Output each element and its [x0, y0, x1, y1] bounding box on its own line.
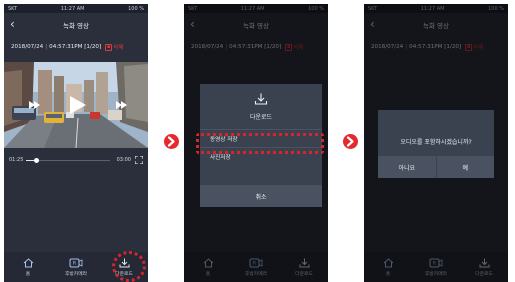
- delete-button[interactable]: ▪ 삭제: [105, 43, 123, 51]
- player-controls: [29, 96, 127, 114]
- recording-time-count: 04:57:31PM [1/20]: [49, 44, 102, 50]
- phone-screen-download-dialog: SKT 11:27 AM 100 % ‹ 녹화 영상 2018/07/24 | …: [184, 4, 328, 282]
- top-bar: ‹ 녹화 영상: [4, 13, 148, 37]
- download-highlight: [112, 251, 146, 282]
- save-video-highlight: [196, 133, 324, 154]
- status-carrier: SKT: [8, 5, 18, 12]
- no-label: 아니요: [398, 164, 416, 172]
- video-player[interactable]: [4, 62, 148, 148]
- rewind-icon[interactable]: [29, 101, 40, 109]
- nav-home-label: 홈: [25, 271, 31, 277]
- next-step-arrow-icon: [164, 134, 179, 149]
- status-time: 11:27 AM: [60, 5, 85, 12]
- svg-text:R: R: [73, 260, 76, 266]
- next-step-arrow-icon: [343, 134, 358, 149]
- trash-icon: ▪: [105, 43, 113, 51]
- phone-screen-recorded-video: SKT 11:27 AM 100 % ‹ 녹화 영상 2018/07/24 | …: [4, 4, 148, 282]
- audio-question: 오디오를 포함하시겠습니까?: [400, 139, 472, 146]
- current-time: 01:25: [9, 157, 24, 163]
- recording-info: 2018/07/24 | 04:57:31PM [1/20] ▪ 삭제: [11, 42, 144, 52]
- seek-track[interactable]: [26, 158, 110, 163]
- yes-label: 예: [462, 164, 469, 172]
- download-icon: [254, 93, 268, 105]
- page-title: 녹화 영상: [63, 22, 89, 30]
- cancel-button[interactable]: 취소: [200, 185, 322, 207]
- phone-screen-audio-dialog: SKT 11:27 AM 100 % ‹ 녹화 영상 2018/07/24 | …: [364, 4, 508, 282]
- total-time: 03:00: [116, 157, 131, 163]
- audio-dialog: 오디오를 포함하시겠습니까? 아니요 예: [378, 110, 494, 178]
- yes-button[interactable]: 예: [437, 156, 495, 178]
- fullscreen-icon[interactable]: [135, 156, 143, 164]
- nav-rear-camera[interactable]: R 후방카메라: [52, 252, 100, 282]
- seek-knob[interactable]: [33, 158, 39, 163]
- delete-label: 삭제: [113, 45, 124, 51]
- play-icon[interactable]: [70, 96, 86, 114]
- nav-rear-camera-label: 후방카메라: [64, 271, 88, 277]
- recording-date: 2018/07/24: [11, 44, 44, 50]
- audio-dialog-buttons: 아니요 예: [378, 156, 494, 178]
- no-button[interactable]: 아니요: [378, 156, 437, 178]
- nav-home[interactable]: 홈: [4, 252, 52, 282]
- dialog-title: 다운로드: [249, 114, 273, 121]
- cancel-label: 취소: [255, 193, 267, 201]
- home-icon: [23, 257, 33, 267]
- status-battery: 100 %: [128, 5, 144, 12]
- fast-forward-icon[interactable]: [116, 101, 127, 109]
- rear-camera-icon: R: [69, 258, 83, 267]
- separator: |: [45, 44, 48, 50]
- seek-bar[interactable]: 01:25 03:00: [9, 156, 143, 166]
- status-bar: SKT 11:27 AM 100 %: [4, 4, 148, 13]
